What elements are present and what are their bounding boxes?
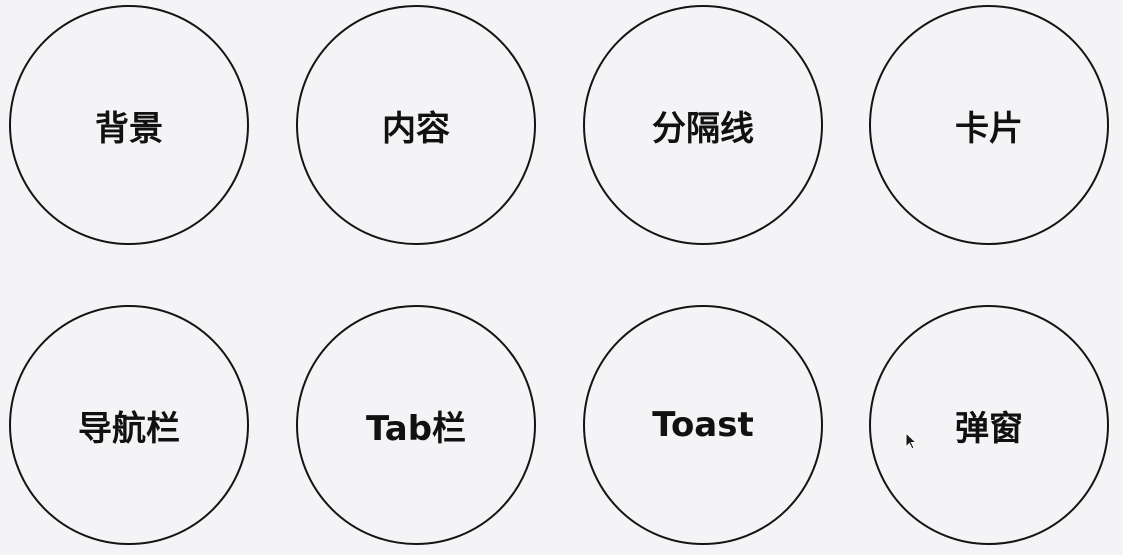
circle-card: 卡片 [869, 5, 1109, 245]
circle-label-divider: 分隔线 [652, 108, 754, 149]
circle-label-toast: Toast [652, 405, 754, 445]
circle-divider: 分隔线 [583, 5, 823, 245]
circle-tab-bar: Tab栏 [296, 305, 536, 545]
circle-label-card: 卡片 [955, 108, 1023, 149]
circle-navigation-bar: 导航栏 [9, 305, 249, 545]
circle-background: 背景 [9, 5, 249, 245]
circle-popup: 弹窗 [869, 305, 1109, 545]
circle-label-popup: 弹窗 [955, 408, 1023, 449]
circle-label-background: 背景 [95, 108, 163, 149]
circle-label-content: 内容 [382, 108, 450, 149]
circle-content: 内容 [296, 5, 536, 245]
circle-toast: Toast [583, 305, 823, 545]
circle-label-tab-bar: Tab栏 [365, 408, 467, 449]
mouse-pointer-icon [905, 432, 917, 450]
circle-label-navigation-bar: 导航栏 [78, 408, 180, 449]
